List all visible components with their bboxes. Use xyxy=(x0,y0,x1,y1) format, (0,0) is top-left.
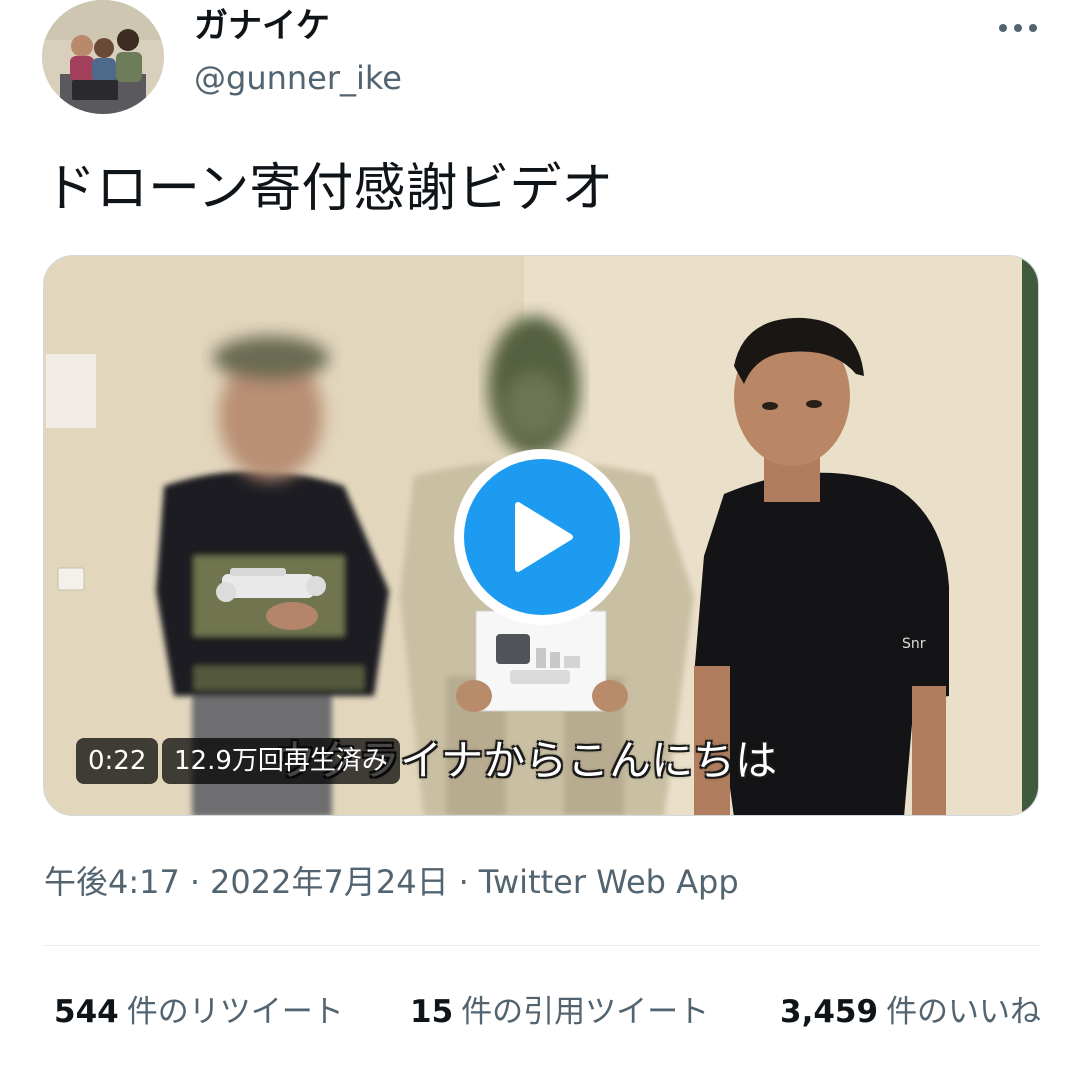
tweet-date[interactable]: 2022年7月24日 xyxy=(210,863,449,901)
divider xyxy=(43,945,1040,946)
avatar[interactable] xyxy=(42,0,164,114)
meta-separator: · xyxy=(189,863,201,901)
meta-separator: · xyxy=(458,863,469,901)
more-icon xyxy=(999,24,1037,32)
tweet-text: ドローン寄付感謝ビデオ xyxy=(44,159,614,219)
like-label: 件のいいね xyxy=(886,994,1042,1030)
quote-count: 15 xyxy=(410,994,454,1030)
quotes-stat[interactable]: 15 件の引用ツイート xyxy=(410,990,709,1034)
tweet-meta: 午後4:17 · 2022年7月24日 · Twitter Web App xyxy=(44,860,739,904)
tweet-time[interactable]: 午後4:17 xyxy=(44,863,180,901)
likes-stat[interactable]: 3,459 件のいいね xyxy=(780,990,1041,1034)
retweet-label: 件のリツイート xyxy=(126,994,344,1030)
play-button[interactable] xyxy=(454,449,630,625)
user-handle[interactable]: @gunner_ike xyxy=(194,58,402,98)
more-options-button[interactable] xyxy=(990,10,1046,46)
svg-text:Snr: Snr xyxy=(902,636,926,652)
display-name[interactable]: ガナイケ xyxy=(194,6,330,46)
video-player[interactable]: Snr ウクライナからこんにちは 0:22 12.9万回再生済み xyxy=(43,255,1039,816)
retweet-count: 544 xyxy=(54,994,119,1030)
quote-label: 件の引用ツイート xyxy=(461,994,710,1030)
view-count-badge: 12.9万回再生済み xyxy=(162,738,400,784)
tweet-source[interactable]: Twitter Web App xyxy=(479,863,739,901)
duration-badge: 0:22 xyxy=(76,738,159,784)
like-count: 3,459 xyxy=(780,994,879,1030)
retweets-stat[interactable]: 544 件のリツイート xyxy=(54,990,344,1034)
play-icon xyxy=(515,502,573,572)
